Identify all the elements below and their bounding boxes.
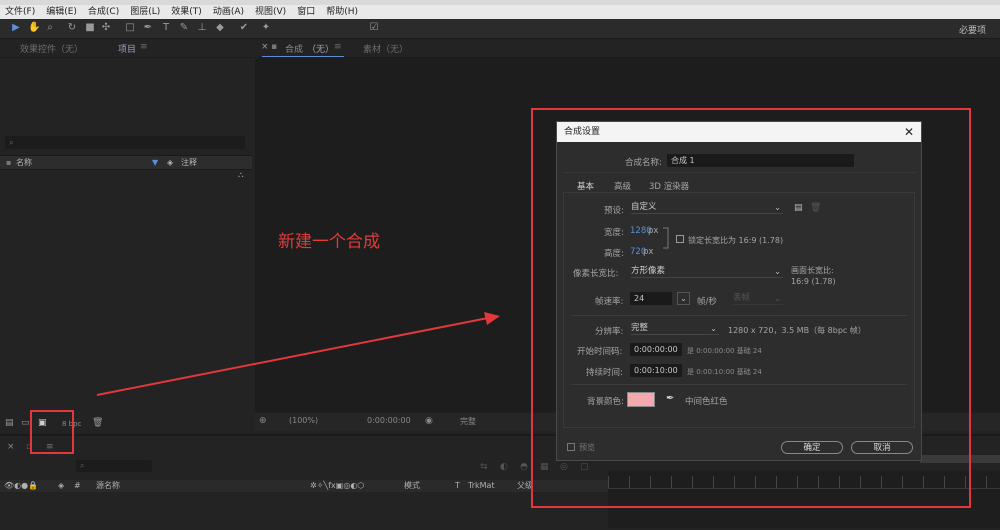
annotation-highlight-new-comp [30,410,74,454]
annotation-highlight-dialog [531,108,971,508]
